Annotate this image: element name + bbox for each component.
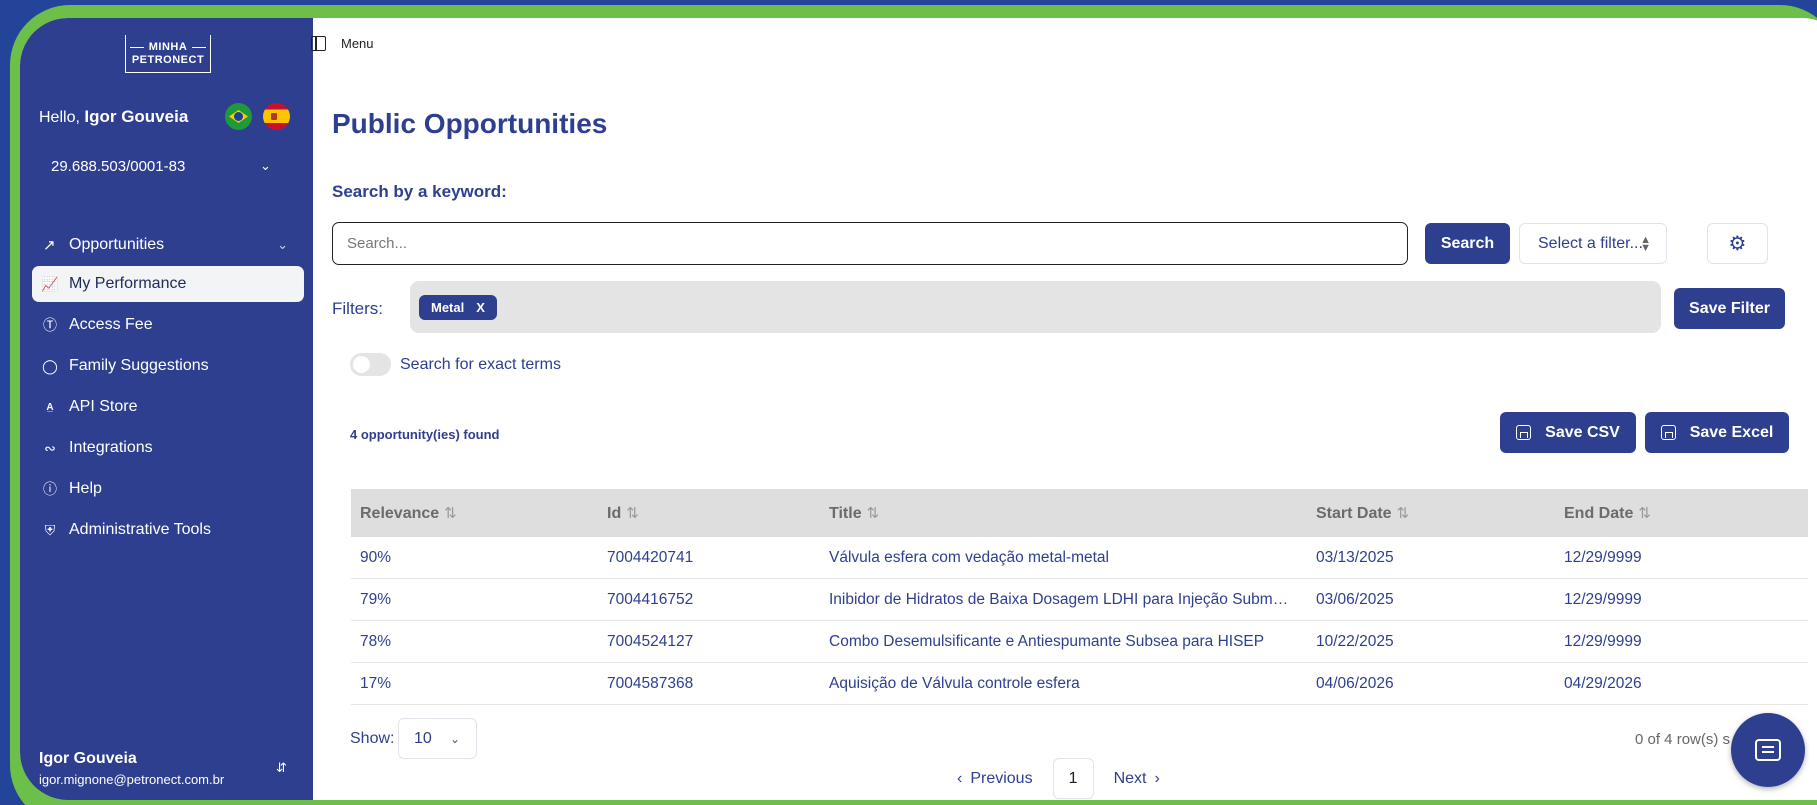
pagination: ‹ Previous 1 Next › — [957, 758, 1160, 799]
workflow-icon: ∾ — [44, 439, 56, 456]
chevron-down-icon[interactable]: ⌄ — [260, 158, 271, 174]
nav-group-opportunities[interactable]: ↗ Opportunities ⌄ — [20, 229, 313, 261]
user-name: Igor Gouveia — [39, 750, 137, 767]
filter-select[interactable]: Select a filter... ▲ ▼ — [1519, 223, 1667, 264]
petronect-logo[interactable]: MINHA PETRONECT — [125, 35, 211, 73]
user-first-name: Igor Gouveia — [84, 107, 189, 126]
filters-label: Filters: — [332, 299, 383, 318]
sidebar-item-access-fee[interactable]: Ⓣ Access Fee — [32, 307, 304, 343]
greeting: Hello, Igor Gouveia — [39, 107, 189, 126]
sidebar-nav: ↗ Opportunities ⌄ 📈 My Performance Ⓣ Acc… — [20, 229, 313, 548]
exact-terms-toggle[interactable] — [350, 353, 391, 376]
chevrons-up-down-icon: ▲ ▼ — [1640, 233, 1651, 254]
trending-up-icon: ↗ — [43, 237, 56, 254]
company-selector[interactable]: 29.688.503/0001-83 — [51, 158, 271, 175]
save-icon — [1516, 425, 1532, 440]
table-row[interactable]: 17% 7004587368 Aquisição de Válvula cont… — [351, 663, 1808, 705]
lightbulb-icon: ◯ — [42, 357, 58, 374]
save-filter-button[interactable]: Save Filter — [1674, 288, 1785, 329]
help-icon: ⓘ — [43, 481, 57, 497]
sort-icon: ⇅ — [626, 504, 639, 522]
sidebar-item-administrative-tools[interactable]: ⛨ Administrative Tools — [32, 512, 304, 548]
chat-icon — [1755, 739, 1781, 761]
chevron-down-icon: ⌄ — [277, 237, 288, 252]
sidebar-toggle-icon[interactable] — [311, 36, 326, 51]
search-input[interactable] — [332, 222, 1408, 265]
sort-icon: ⇅ — [866, 504, 880, 522]
spain-flag-icon[interactable] — [263, 103, 290, 130]
save-excel-button[interactable]: Save Excel — [1645, 412, 1789, 453]
remove-filter-button[interactable]: X — [476, 300, 485, 315]
previous-page-button[interactable]: ‹ Previous — [957, 770, 1033, 788]
page-title: Public Opportunities — [332, 108, 608, 139]
column-start-date[interactable]: Start Date ⇅ — [1307, 504, 1555, 523]
sort-icon: ⇅ — [444, 504, 457, 522]
next-page-button[interactable]: Next › — [1114, 770, 1160, 788]
chevron-down-icon: ⌄ — [449, 731, 460, 746]
table-row[interactable]: 79% 7004416752 Inibidor de Hidratos de B… — [351, 579, 1808, 621]
sidebar: MINHA PETRONECT Hello, Igor Gouveia 29.6… — [20, 18, 313, 800]
column-title[interactable]: Title ⇅ — [820, 504, 1307, 523]
page-size-label: Show: — [350, 730, 395, 747]
dollar-icon: Ⓣ — [43, 317, 57, 333]
user-account[interactable]: Igor Gouveia igor.mignone@petronect.com.… — [39, 750, 224, 787]
filters-container: Metal X — [410, 281, 1661, 333]
page-size-select[interactable]: 10 ⌄ — [398, 718, 477, 759]
opportunities-table: Relevance ⇅ Id ⇅ Title ⇅ Start Date ⇅ End Da… — [351, 489, 1808, 705]
chart-icon: 📈 — [41, 275, 59, 292]
save-icon — [1660, 425, 1676, 440]
settings-button[interactable]: ⚙ — [1707, 223, 1768, 264]
chevron-left-icon: ‹ — [957, 769, 963, 787]
results-count: 4 opportunity(ies) found — [350, 427, 500, 442]
table-row[interactable]: 78% 7004524127 Combo Desemulsificante e … — [351, 621, 1808, 663]
api-icon: A̲ — [46, 401, 54, 413]
sidebar-item-help[interactable]: ⓘ Help — [32, 471, 304, 507]
search-button[interactable]: Search — [1425, 223, 1510, 264]
gear-icon: ⚙ — [1728, 233, 1747, 255]
shield-icon: ⛨ — [44, 521, 56, 538]
row-count: 0 of 4 row(s) s — [1635, 731, 1731, 748]
user-email: igor.mignone@petronect.com.br — [39, 772, 225, 787]
sidebar-item-api-store[interactable]: A̲ API Store — [32, 389, 304, 425]
menu-label: Menu — [341, 36, 374, 51]
save-csv-button[interactable]: Save CSV — [1500, 412, 1636, 453]
sidebar-item-my-performance[interactable]: 📈 My Performance — [32, 266, 304, 302]
column-id[interactable]: Id ⇅ — [598, 504, 820, 523]
page-number-button[interactable]: 1 — [1052, 758, 1094, 799]
brazil-flag-icon[interactable] — [225, 103, 252, 130]
sidebar-item-integrations[interactable]: ∾ Integrations — [32, 430, 304, 466]
chat-support-button[interactable] — [1731, 713, 1805, 787]
filter-chip-metal: Metal X — [419, 295, 497, 320]
chevron-right-icon: › — [1154, 769, 1160, 787]
sort-icon: ⇅ — [1638, 504, 1651, 522]
column-relevance[interactable]: Relevance ⇅ — [351, 504, 598, 523]
chevrons-up-down-icon[interactable]: ⇵ — [276, 760, 287, 776]
table-row[interactable]: 90% 7004420741 Válvula esfera com vedaçã… — [351, 537, 1808, 579]
sort-icon: ⇅ — [1396, 504, 1410, 522]
table-header: Relevance ⇅ Id ⇅ Title ⇅ Start Date ⇅ End Da… — [351, 489, 1808, 537]
exact-terms-label: Search for exact terms — [400, 356, 561, 373]
column-end-date[interactable]: End Date ⇅ — [1555, 504, 1808, 523]
sidebar-item-family-suggestions[interactable]: ◯ Family Suggestions — [32, 348, 304, 384]
keyword-label: Search by a keyword: — [332, 182, 507, 201]
